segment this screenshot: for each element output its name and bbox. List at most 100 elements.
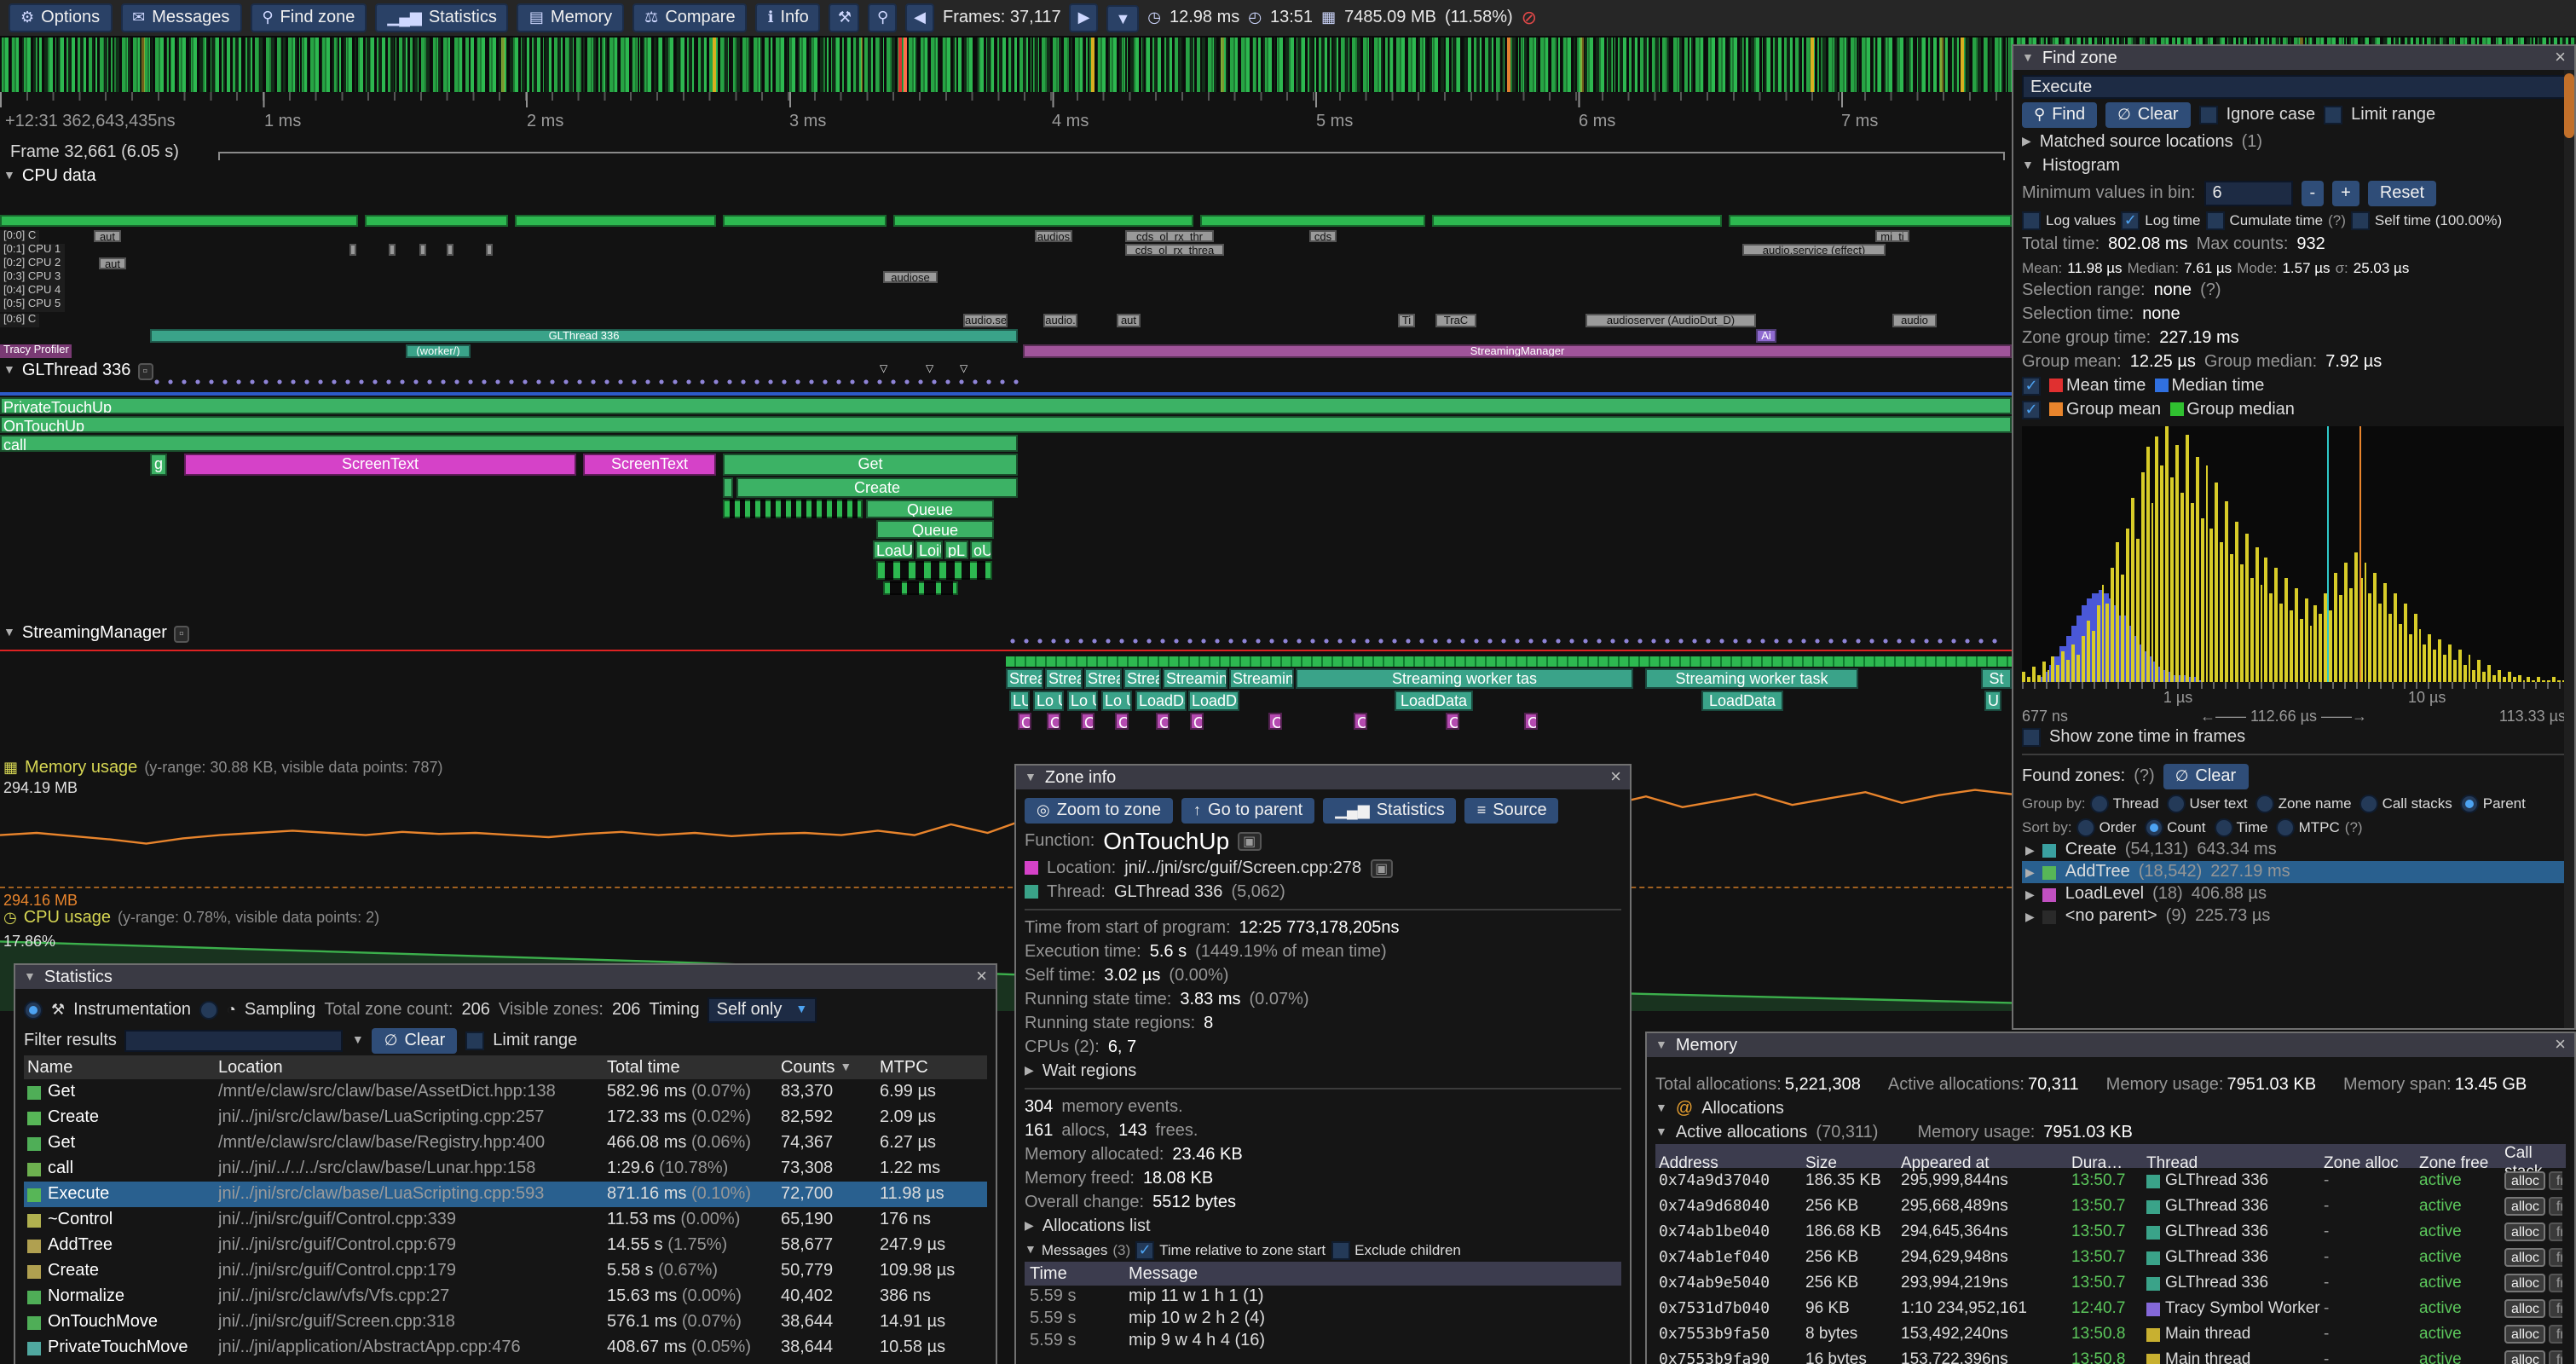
statistics-row[interactable]: Get /mnt/e/claw/src/claw/base/AssetDict.… [24, 1079, 987, 1105]
allocation-row[interactable]: 0x74ab1be040 186.68 KB 294,645,364ns 13:… [1655, 1219, 2566, 1245]
wait-regions-label[interactable]: Wait regions [1043, 1061, 1136, 1080]
column-time[interactable]: Time [1030, 1264, 1129, 1283]
free-callstack-button[interactable]: free [2550, 1299, 2562, 1318]
sampling-radio[interactable] [199, 1000, 218, 1019]
matched-locations-label[interactable]: Matched source locations [2040, 132, 2233, 151]
instrumentation-radio[interactable] [24, 1000, 43, 1019]
self-time-checkbox[interactable] [2351, 211, 2370, 229]
group-by-option[interactable]: Parent [2461, 794, 2526, 812]
timeline-zone[interactable]: C [1115, 713, 1129, 730]
prev-frame-button[interactable]: ◀ [905, 3, 934, 32]
timeline-zone[interactable]: LoadDaU [1135, 691, 1187, 711]
mean-median-checkbox[interactable]: ✓ [2022, 376, 2041, 395]
cpu-zone[interactable] [723, 215, 887, 227]
timeline-zone[interactable]: Strea [1045, 668, 1083, 689]
increase-button[interactable]: + [2332, 180, 2359, 205]
frame-separator[interactable]: Frame 32,661 (6.05 s) [0, 143, 2012, 164]
zone-info-button[interactable]: ↑Go to parent [1181, 797, 1314, 823]
tool-button[interactable]: ⚲ [869, 3, 897, 32]
toolbar-button[interactable]: ✉ Messages [120, 3, 241, 32]
sort-by-option[interactable]: Time [2214, 818, 2267, 836]
cpu-zone[interactable] [419, 244, 426, 256]
message-row[interactable]: 5.59 s mip 10 w 2 h 2 (4) [1025, 1308, 1621, 1330]
timing-combo[interactable]: Self only ▼ [708, 997, 817, 1022]
time-relative-checkbox[interactable]: ✓ [1135, 1240, 1154, 1259]
bell-mute-icon[interactable]: ⊘ [1522, 7, 1537, 29]
alloc-callstack-button[interactable]: alloc [2504, 1171, 2546, 1190]
timeline-zone[interactable]: Lo U [1033, 691, 1064, 711]
zone-marker-icon[interactable]: ▽ [926, 363, 933, 375]
timeline-zone[interactable]: Streaming worker task [1645, 668, 1858, 689]
clear-filter-button[interactable]: ∅Clear [373, 1027, 458, 1053]
cpu-zone[interactable]: audiose [883, 271, 938, 283]
timeline-zone[interactable]: LoaU [873, 540, 914, 559]
timeline-zone[interactable] [883, 581, 958, 595]
timeline-zone[interactable]: C [1524, 713, 1538, 730]
timeline-zone[interactable] [723, 477, 733, 498]
timeline-zone[interactable] [723, 500, 863, 518]
timeline-zone[interactable]: ScreenText [184, 454, 576, 476]
statistics-row[interactable]: Unload jni/../jni/src/claw/graphics/pixe… [24, 1361, 987, 1364]
next-frame-button[interactable]: ▶ [1070, 3, 1099, 32]
timeline-zone[interactable]: LoadDaU [1188, 691, 1239, 711]
sort-by-option[interactable]: Count [2145, 818, 2205, 836]
cpu-zone[interactable]: audio [1892, 314, 1937, 327]
timeline-zone[interactable]: C [1446, 713, 1459, 730]
cpu-zone[interactable] [1200, 215, 1425, 227]
cpu-zone[interactable]: audio.se [963, 314, 1008, 327]
timeline-zone[interactable]: Queue [866, 500, 994, 518]
log-values-checkbox[interactable] [2022, 211, 2041, 229]
group-by-option[interactable]: Call stacks [2360, 794, 2452, 812]
collapse-icon[interactable]: ▼ [1025, 1244, 1037, 1256]
collapse-icon[interactable]: ▼ [1025, 772, 1037, 783]
collapse-icon[interactable]: ▼ [2022, 52, 2034, 64]
cpu-zone[interactable]: audio.service (effect) [1742, 244, 1886, 256]
statistics-row[interactable]: Get /mnt/e/claw/src/claw/base/Registry.h… [24, 1130, 987, 1156]
messages-label[interactable]: Messages [1042, 1241, 1108, 1258]
find-button[interactable]: ⚲Find [2022, 101, 2097, 127]
allocation-row[interactable]: 0x74ab1ef040 256 KB 294,629,948ns 13:50.… [1655, 1245, 2566, 1270]
timeline-zone[interactable]: Streaming [1163, 668, 1227, 689]
group-by-option[interactable]: Zone name [2256, 794, 2352, 812]
memory-graph[interactable] [0, 779, 2012, 888]
cpu-zone[interactable] [447, 244, 453, 256]
scrollbar[interactable] [2564, 70, 2574, 1028]
zone-marker-icon[interactable]: ▽ [880, 363, 887, 375]
frame-set-button[interactable]: ▼ [1106, 4, 1139, 32]
toolbar-button[interactable]: ℹ Info [756, 3, 821, 32]
cpu-zone[interactable]: TraC [1435, 314, 1476, 327]
toolbar-button[interactable]: ⚖ Compare [632, 3, 747, 32]
cpu-zone[interactable]: cds [1309, 230, 1337, 242]
timeline-zone[interactable]: Streaming worker tas [1296, 668, 1633, 689]
cpu-zone[interactable]: StreamingManager [1023, 344, 2012, 358]
limit-range-checkbox[interactable] [465, 1031, 484, 1049]
allocation-row[interactable]: 0x74a9d68040 256 KB 295,668,489ns 13:50.… [1655, 1194, 2566, 1219]
column-message[interactable]: Message [1129, 1264, 1616, 1283]
expand-icon[interactable]: ▶ [1025, 1064, 1034, 1078]
cpu-zone[interactable]: cds_ol_rx_threa [1125, 244, 1224, 256]
plot-title[interactable]: CPU usage [24, 909, 111, 928]
timeline-zone[interactable]: C [1047, 713, 1060, 730]
statistics-row[interactable]: Create jni/../jni/src/guif/Control.cpp:1… [24, 1258, 987, 1284]
allocation-row[interactable]: 0x7531d7b040 96 KB 1:10 234,952,161 12:4… [1655, 1296, 2566, 1321]
help-icon[interactable]: (?) [2134, 766, 2154, 785]
cpu-zone[interactable]: aut [1117, 314, 1141, 327]
alloc-callstack-button[interactable]: alloc [2504, 1299, 2546, 1318]
group-by-option[interactable]: Thread [2091, 794, 2159, 812]
message-dots[interactable] [1006, 638, 2003, 644]
column-thread[interactable]: Thread [2146, 1153, 2324, 1172]
zone-marker-icon[interactable]: ▽ [960, 363, 967, 375]
free-callstack-button[interactable]: free [2550, 1325, 2562, 1344]
thread-value[interactable]: GLThread 336 [1114, 882, 1223, 901]
zone-info-button[interactable]: ≡Source [1465, 797, 1559, 823]
copy-icon[interactable]: ▣ [1370, 858, 1393, 877]
allocations-list-label[interactable]: Allocations list [1043, 1217, 1151, 1235]
zone-info-button[interactable]: ◎Zoom to zone [1025, 797, 1173, 823]
timeline-zone[interactable]: C [1018, 713, 1031, 730]
scrollbar-thumb[interactable] [2564, 73, 2574, 138]
free-callstack-button[interactable]: free [2550, 1222, 2562, 1241]
cpu-zone[interactable]: aut [99, 257, 126, 269]
column-duration[interactable]: Dura… [2071, 1153, 2146, 1172]
zone-info-titlebar[interactable]: ▼ Zone info × [1016, 766, 1630, 789]
cpu-zone[interactable] [893, 215, 1193, 227]
